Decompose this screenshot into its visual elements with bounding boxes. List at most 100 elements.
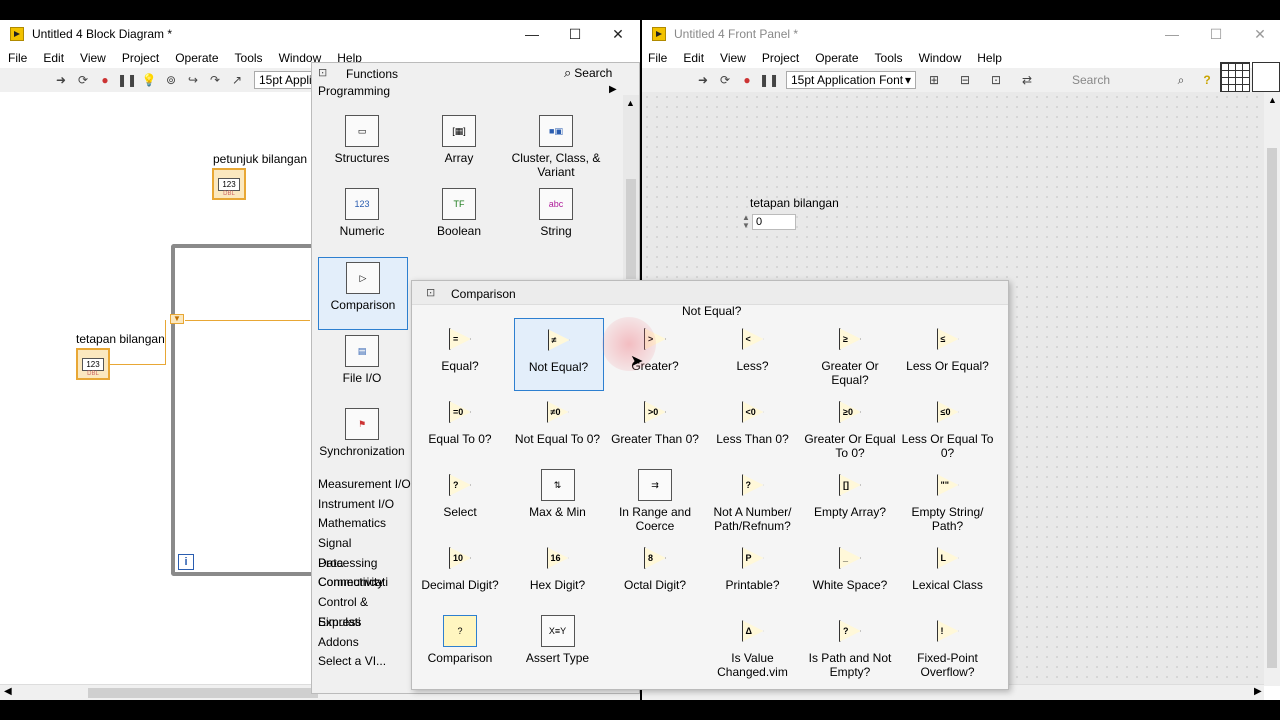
vi-icon[interactable] — [1252, 62, 1280, 92]
palette-structures[interactable]: ▭ Structures — [314, 115, 410, 165]
programming-category-bar[interactable]: Programming ▶ — [312, 83, 622, 99]
subcategory-select-vi[interactable]: Select a VI... — [312, 652, 412, 672]
minimize-icon[interactable]: — — [1150, 20, 1194, 48]
palette-boolean[interactable]: TF Boolean — [411, 188, 507, 238]
comparison-item-less-or-equal[interactable]: ≤ Less Or Equal? — [900, 323, 996, 373]
subcategory-connectivity[interactable]: Connectivity — [312, 573, 412, 593]
palette-array[interactable]: [▦] Array — [411, 115, 507, 165]
palette-scroll-thumb[interactable] — [626, 179, 636, 279]
comparison-item-less[interactable]: < Less? — [705, 323, 801, 373]
comparison-item-greater-or-equal-to-0[interactable]: ≥0 Greater Or Equal To 0? — [802, 396, 898, 460]
bd-menu-project[interactable]: Project — [114, 51, 167, 65]
comparison-item-greater-or-equal[interactable]: ≥ Greater Or Equal? — [802, 323, 898, 387]
comparison-item-white-space[interactable]: _ White Space? — [802, 542, 898, 592]
fp-menu-project[interactable]: Project — [754, 51, 807, 65]
functions-palette-header[interactable]: ⊡ Functions ⌕ Search — [312, 63, 639, 83]
step-over-icon[interactable]: ↷ — [207, 72, 223, 88]
subcategory-mathematics[interactable]: Mathematics — [312, 514, 412, 534]
scroll-up-icon[interactable]: ▲ — [626, 98, 635, 108]
comparison-item-less-than-0[interactable]: <0 Less Than 0? — [705, 396, 801, 446]
orange-wire[interactable] — [110, 364, 166, 365]
subcategory-addons[interactable]: Addons — [312, 633, 412, 653]
comparison-item-assert-type[interactable]: X≡Y Assert Type — [510, 615, 606, 665]
comparison-item-in-range-and-coerce[interactable]: ⇉ In Range and Coerce — [607, 469, 703, 533]
pause-icon[interactable]: ❚❚ — [759, 72, 779, 88]
comparison-palette-header[interactable]: ⊡ Comparison — [412, 281, 1008, 305]
bd-menu-view[interactable]: View — [72, 51, 114, 65]
bd-menu-edit[interactable]: Edit — [35, 51, 72, 65]
scroll-up-icon[interactable]: ▲ — [1268, 95, 1277, 105]
connector-pane-icon[interactable] — [1220, 62, 1250, 92]
subcategory-control-simulation[interactable]: Control & Simulati — [312, 593, 412, 629]
palette-synchronization[interactable]: ⚑ Synchronization — [314, 408, 410, 458]
comparison-item-decimal-digit[interactable]: 10 Decimal Digit? — [412, 542, 508, 592]
comparison-item-not-equal[interactable]: ≠ Not Equal? — [513, 318, 604, 391]
maximize-icon[interactable]: ☐ — [1194, 20, 1238, 48]
petunjuk-terminal[interactable]: 123 DBL — [212, 168, 246, 200]
fp-vertical-scrollbar[interactable]: ▲ — [1264, 92, 1280, 686]
bd-menu-file[interactable]: File — [0, 51, 35, 65]
abort-icon[interactable]: ● — [739, 72, 755, 88]
comparison-item-equal[interactable]: = Equal? — [412, 323, 508, 373]
fp-menu-file[interactable]: File — [642, 51, 675, 65]
fp-menu-help[interactable]: Help — [969, 51, 1010, 65]
palette-comparison[interactable]: ▷ Comparison — [318, 257, 408, 330]
search-icon[interactable]: ⌕ — [1173, 72, 1189, 88]
subcategory-measurement-io[interactable]: Measurement I/O — [312, 475, 412, 495]
bd-scroll-thumb[interactable] — [88, 688, 318, 698]
increment-decrement-icon[interactable]: ▲ ▼ — [742, 214, 752, 230]
run-arrow-icon[interactable]: ➜ — [53, 72, 69, 88]
comparison-item-octal-digit[interactable]: 8 Octal Digit? — [607, 542, 703, 592]
run-continuous-icon[interactable]: ⟳ — [75, 72, 91, 88]
fp-menu-operate[interactable]: Operate — [807, 51, 866, 65]
while-loop-structure[interactable] — [171, 244, 321, 576]
distribute-objects-icon[interactable]: ⊟ — [957, 72, 973, 88]
fp-numeric-control[interactable]: ▲ ▼ 0 — [742, 212, 798, 232]
fp-titlebar[interactable]: Untitled 4 Front Panel * — ☐ ✕ — [642, 20, 1280, 48]
comparison-item-is-value-changed-vim[interactable]: Δ Is Value Changed.vim — [705, 615, 801, 679]
comparison-item-hex-digit[interactable]: 16 Hex Digit? — [510, 542, 606, 592]
retain-wire-values-icon[interactable]: ⊚ — [163, 72, 179, 88]
palette-cluster[interactable]: ■▣ Cluster, Class, & Variant — [508, 115, 604, 179]
loop-iteration-terminal[interactable]: i — [178, 554, 194, 570]
maximize-icon[interactable]: ☐ — [553, 20, 597, 48]
pause-icon[interactable]: ❚❚ — [117, 72, 137, 88]
comparison-item-less-or-equal-to-0[interactable]: ≤0 Less Or Equal To 0? — [900, 396, 996, 460]
shift-register-icon[interactable]: ▼ — [170, 314, 184, 324]
step-out-icon[interactable]: ↗ — [229, 72, 245, 88]
scroll-left-icon[interactable]: ◀ — [4, 686, 12, 697]
subcategory-signal-processing[interactable]: Signal Processing — [312, 534, 412, 570]
fp-menu-view[interactable]: View — [712, 51, 754, 65]
comparison-item-equal-to-0[interactable]: =0 Equal To 0? — [412, 396, 508, 446]
fp-search-box[interactable]: Search — [1062, 71, 1182, 89]
comparison-item-is-path-and-not-empty[interactable]: ? Is Path and Not Empty? — [802, 615, 898, 679]
reorder-icon[interactable]: ⇄ — [1019, 72, 1035, 88]
comparison-item-greater-than-0[interactable]: >0 Greater Than 0? — [607, 396, 703, 446]
comparison-item-not-a-number-path-refnum[interactable]: ? Not A Number/ Path/Refnum? — [705, 469, 801, 533]
help-icon[interactable]: ? — [1199, 72, 1215, 88]
pin-icon[interactable]: ⊡ — [426, 286, 435, 299]
fp-font-select[interactable]: 15pt Application Font ▾ — [786, 71, 916, 89]
run-arrow-icon[interactable]: ➜ — [695, 72, 711, 88]
pin-icon[interactable]: ⊡ — [318, 66, 327, 79]
orange-wire-vertical[interactable] — [165, 320, 166, 364]
comparison-item-printable[interactable]: P Printable? — [705, 542, 801, 592]
comparison-item-empty-array[interactable]: [] Empty Array? — [802, 469, 898, 519]
palette-string[interactable]: abc String — [508, 188, 604, 238]
scroll-right-icon[interactable]: ▶ — [1254, 686, 1262, 697]
comparison-item-not-equal-to-0[interactable]: ≠0 Not Equal To 0? — [510, 396, 606, 446]
palette-search-button[interactable]: ⌕ Search — [564, 65, 612, 81]
bd-menu-operate[interactable]: Operate — [167, 51, 226, 65]
step-into-icon[interactable]: ↪ — [185, 72, 201, 88]
fp-menu-tools[interactable]: Tools — [867, 51, 911, 65]
comparison-item-fixed-point-overflow[interactable]: ! Fixed-Point Overflow? — [900, 615, 996, 679]
subcategory-express[interactable]: Express — [312, 613, 412, 633]
close-icon[interactable]: ✕ — [596, 20, 640, 48]
fp-numeric-value[interactable]: 0 — [752, 214, 796, 230]
comparison-item-select[interactable]: ? Select — [412, 469, 508, 519]
subcategory-instrument-io[interactable]: Instrument I/O — [312, 495, 412, 515]
comparison-item-lexical-class[interactable]: L Lexical Class — [900, 542, 996, 592]
close-icon[interactable]: ✕ — [1238, 20, 1280, 48]
resize-objects-icon[interactable]: ⊡ — [988, 72, 1004, 88]
highlight-execution-icon[interactable]: 💡 — [141, 72, 157, 88]
